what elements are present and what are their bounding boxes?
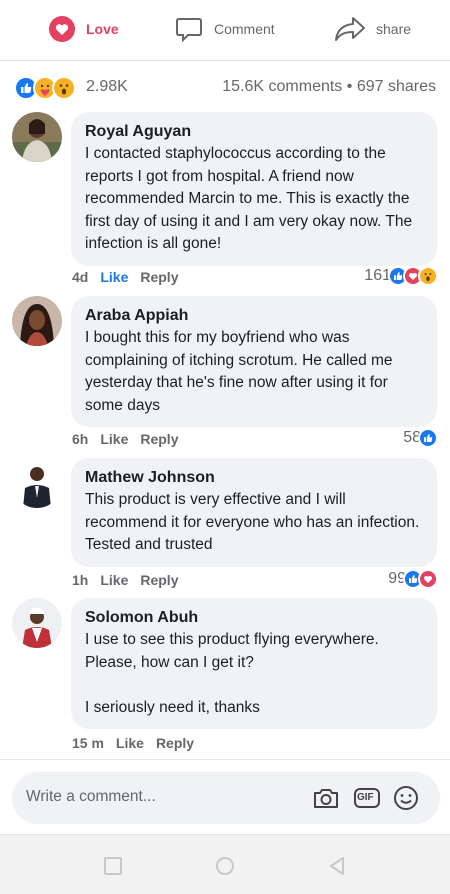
comment-reactions[interactable]: 58 — [403, 427, 438, 449]
engagement-counts: 15.6K comments • 697 shares — [222, 78, 436, 96]
like-button[interactable]: Like — [100, 572, 128, 588]
back-icon[interactable] — [326, 855, 348, 877]
comment-meta: 15 m Like Reply — [72, 732, 194, 754]
comment-reactions[interactable]: 99 — [388, 568, 438, 590]
comment-bubble[interactable]: Mathew Johnson This product is very effe… — [71, 458, 437, 567]
avatar[interactable] — [12, 598, 62, 648]
share-button[interactable]: share — [334, 12, 411, 46]
comment-composer[interactable]: Write a comment... GIF — [12, 772, 440, 824]
reply-button[interactable]: Reply — [156, 735, 194, 751]
reply-button[interactable]: Reply — [140, 269, 178, 285]
reaction-summary[interactable]: 2.98K 15.6K comments • 697 shares — [0, 72, 450, 102]
comment-bubble[interactable]: Solomon Abuh I use to see this product f… — [71, 598, 437, 729]
wow-reaction-icon — [52, 76, 76, 100]
home-icon[interactable] — [214, 855, 236, 877]
comment-label: Comment — [214, 21, 275, 37]
love-reaction-icon — [418, 569, 438, 589]
comment-text: I contacted staphylococcus according to … — [85, 145, 413, 252]
love-label: Love — [86, 21, 119, 37]
reaction-count: 2.98K — [86, 78, 128, 95]
gif-label: GIF — [357, 792, 374, 803]
comment-reaction-count: 161 — [364, 267, 391, 284]
comment-meta: 6h Like Reply — [72, 428, 178, 450]
comment-author[interactable]: Royal Aguyan — [85, 121, 423, 143]
comment-text: I use to see this product flying everywh… — [85, 631, 379, 716]
like-button[interactable]: Like — [100, 431, 128, 447]
love-button[interactable]: Love — [48, 12, 119, 46]
like-reaction-icon — [418, 428, 438, 448]
comment-meta: 4d Like Reply — [72, 266, 178, 288]
wow-reaction-icon — [418, 266, 438, 286]
system-navigation-bar — [0, 834, 450, 894]
emoji-icon[interactable] — [392, 784, 420, 812]
reaction-stack — [14, 76, 80, 100]
comment-time: 1h — [72, 572, 89, 588]
shares-count[interactable]: 697 shares — [357, 78, 436, 95]
share-icon — [334, 15, 366, 43]
like-button[interactable]: Like — [100, 269, 128, 285]
comments-count[interactable]: 15.6K comments — [222, 78, 342, 95]
gif-icon[interactable]: GIF — [353, 784, 381, 812]
comment-reactions[interactable]: 161 — [364, 265, 438, 287]
avatar[interactable] — [12, 458, 62, 508]
post-action-bar: Love Comment share — [0, 0, 450, 58]
comment-author[interactable]: Solomon Abuh — [85, 607, 423, 629]
comment-bubble[interactable]: Araba Appiah I bought this for my boyfri… — [71, 296, 437, 427]
reply-button[interactable]: Reply — [140, 572, 178, 588]
comment-icon — [174, 14, 204, 44]
comment-time: 15 m — [72, 735, 104, 751]
comment-meta: 1h Like Reply — [72, 569, 178, 591]
comment-button[interactable]: Comment — [174, 12, 275, 46]
avatar[interactable] — [12, 112, 62, 162]
camera-icon[interactable] — [312, 784, 340, 812]
separator: • — [346, 78, 353, 95]
comment-time: 6h — [72, 431, 89, 447]
recent-apps-icon[interactable] — [102, 855, 124, 877]
comment-input[interactable]: Write a comment... — [26, 788, 156, 806]
reply-button[interactable]: Reply — [140, 431, 178, 447]
love-reaction-icon — [48, 15, 76, 43]
comment-bubble[interactable]: Royal Aguyan I contacted staphylococcus … — [71, 112, 437, 266]
divider — [0, 759, 450, 760]
comment-author[interactable]: Mathew Johnson — [85, 467, 423, 489]
avatar[interactable] — [12, 296, 62, 346]
comment-author[interactable]: Araba Appiah — [85, 305, 423, 327]
share-label: share — [376, 21, 412, 37]
divider — [0, 60, 450, 61]
like-button[interactable]: Like — [116, 735, 144, 751]
comment-time: 4d — [72, 269, 89, 285]
comment-text: This product is very effective and I wil… — [85, 491, 420, 553]
comment-text: I bought this for my boyfriend who was c… — [85, 329, 393, 414]
